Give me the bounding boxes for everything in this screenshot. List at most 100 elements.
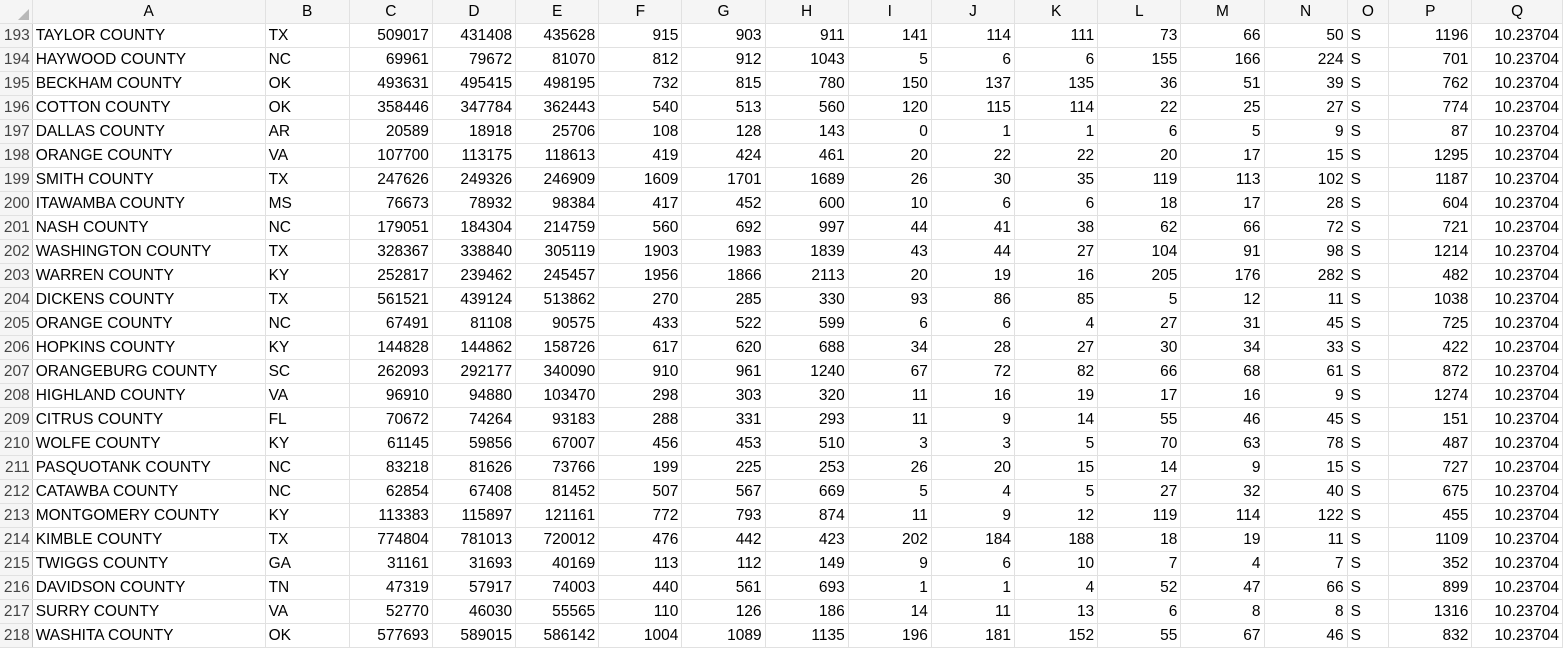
row-header[interactable]: 194	[0, 47, 33, 72]
cell-g[interactable]: 912	[681, 47, 766, 72]
cell-e[interactable]: 245457	[515, 263, 600, 288]
cell-o[interactable]: S	[1347, 23, 1390, 48]
row-header[interactable]: 210	[0, 431, 33, 456]
cell-o[interactable]: S	[1347, 479, 1390, 504]
cell-c[interactable]: 31161	[349, 551, 433, 576]
cell-c[interactable]: 262093	[349, 359, 433, 384]
cell-q[interactable]: 10.23704	[1471, 575, 1563, 600]
cell-b[interactable]: KY	[265, 335, 350, 360]
cell-h[interactable]: 1839	[765, 239, 849, 264]
cell-l[interactable]: 119	[1097, 167, 1182, 192]
row-header[interactable]: 212	[0, 479, 33, 504]
row-header[interactable]: 217	[0, 599, 33, 624]
cell-j[interactable]: 22	[931, 143, 1016, 168]
cell-q[interactable]: 10.23704	[1471, 287, 1563, 312]
cell-h[interactable]: 688	[765, 335, 849, 360]
cell-q[interactable]: 10.23704	[1471, 527, 1563, 552]
cell-l[interactable]: 18	[1097, 191, 1182, 216]
cell-n[interactable]: 45	[1264, 407, 1348, 432]
select-all-triangle-icon[interactable]	[17, 9, 29, 20]
cell-i[interactable]: 26	[848, 455, 932, 480]
cell-j[interactable]: 72	[931, 359, 1016, 384]
cell-j[interactable]: 181	[931, 623, 1016, 648]
cell-q[interactable]: 10.23704	[1471, 191, 1563, 216]
cell-a[interactable]: WOLFE COUNTY	[32, 431, 266, 456]
cell-a[interactable]: TAYLOR COUNTY	[32, 23, 266, 48]
cell-f[interactable]: 110	[598, 599, 683, 624]
cell-j[interactable]: 9	[931, 407, 1016, 432]
cell-a[interactable]: HOPKINS COUNTY	[32, 335, 266, 360]
spreadsheet-grid[interactable]: ABCDEFGHIJKLMNOPQ 193 TAYLOR COUNTY TX 5090…	[0, 0, 1563, 648]
cell-c[interactable]: 62854	[349, 479, 433, 504]
cell-o[interactable]: S	[1347, 335, 1390, 360]
cell-h[interactable]: 143	[765, 119, 849, 144]
cell-h[interactable]: 600	[765, 191, 849, 216]
cell-p[interactable]: 1214	[1388, 239, 1473, 264]
cell-l[interactable]: 155	[1097, 47, 1182, 72]
column-header-j[interactable]: J	[931, 0, 1016, 24]
cell-a[interactable]: NASH COUNTY	[32, 215, 266, 240]
cell-q[interactable]: 10.23704	[1471, 215, 1563, 240]
row-header[interactable]: 200	[0, 191, 33, 216]
cell-o[interactable]: S	[1347, 95, 1390, 120]
cell-i[interactable]: 0	[848, 119, 932, 144]
cell-l[interactable]: 27	[1097, 479, 1182, 504]
cell-h[interactable]: 911	[765, 23, 849, 48]
cell-d[interactable]: 184304	[432, 215, 517, 240]
cell-l[interactable]: 66	[1097, 359, 1182, 384]
cell-b[interactable]: NC	[265, 479, 350, 504]
cell-e[interactable]: 435628	[515, 23, 600, 48]
cell-h[interactable]: 1135	[765, 623, 849, 648]
cell-h[interactable]: 330	[765, 287, 849, 312]
row-header[interactable]: 201	[0, 215, 33, 240]
cell-d[interactable]: 18918	[432, 119, 517, 144]
cell-g[interactable]: 424	[681, 143, 766, 168]
cell-j[interactable]: 44	[931, 239, 1016, 264]
cell-j[interactable]: 20	[931, 455, 1016, 480]
cell-c[interactable]: 20589	[349, 119, 433, 144]
cell-n[interactable]: 8	[1264, 599, 1348, 624]
cell-l[interactable]: 62	[1097, 215, 1182, 240]
cell-h[interactable]: 423	[765, 527, 849, 552]
cell-j[interactable]: 11	[931, 599, 1016, 624]
cell-b[interactable]: GA	[265, 551, 350, 576]
cell-k[interactable]: 12	[1014, 503, 1099, 528]
cell-h[interactable]: 461	[765, 143, 849, 168]
cell-q[interactable]: 10.23704	[1471, 383, 1563, 408]
cell-h[interactable]: 510	[765, 431, 849, 456]
row-header[interactable]: 213	[0, 503, 33, 528]
cell-l[interactable]: 119	[1097, 503, 1182, 528]
cell-a[interactable]: DICKENS COUNTY	[32, 287, 266, 312]
cell-o[interactable]: S	[1347, 47, 1390, 72]
cell-l[interactable]: 5	[1097, 287, 1182, 312]
cell-n[interactable]: 46	[1264, 623, 1348, 648]
column-header-f[interactable]: F	[598, 0, 683, 24]
column-header-o[interactable]: O	[1347, 0, 1390, 24]
cell-j[interactable]: 30	[931, 167, 1016, 192]
cell-p[interactable]: 487	[1388, 431, 1473, 456]
cell-c[interactable]: 113383	[349, 503, 433, 528]
cell-n[interactable]: 7	[1264, 551, 1348, 576]
cell-o[interactable]: S	[1347, 119, 1390, 144]
cell-b[interactable]: NC	[265, 47, 350, 72]
column-header-h[interactable]: H	[765, 0, 849, 24]
cell-f[interactable]: 540	[598, 95, 683, 120]
cell-f[interactable]: 113	[598, 551, 683, 576]
cell-q[interactable]: 10.23704	[1471, 359, 1563, 384]
cell-q[interactable]: 10.23704	[1471, 143, 1563, 168]
column-header-i[interactable]: I	[848, 0, 932, 24]
cell-j[interactable]: 114	[931, 23, 1016, 48]
cell-d[interactable]: 239462	[432, 263, 517, 288]
cell-a[interactable]: DALLAS COUNTY	[32, 119, 266, 144]
cell-d[interactable]: 67408	[432, 479, 517, 504]
cell-q[interactable]: 10.23704	[1471, 479, 1563, 504]
cell-m[interactable]: 32	[1180, 479, 1265, 504]
cell-e[interactable]: 118613	[515, 143, 600, 168]
cell-b[interactable]: KY	[265, 503, 350, 528]
cell-g[interactable]: 1701	[681, 167, 766, 192]
cell-i[interactable]: 26	[848, 167, 932, 192]
cell-n[interactable]: 11	[1264, 287, 1348, 312]
cell-i[interactable]: 10	[848, 191, 932, 216]
cell-e[interactable]: 362443	[515, 95, 600, 120]
cell-e[interactable]: 81452	[515, 479, 600, 504]
